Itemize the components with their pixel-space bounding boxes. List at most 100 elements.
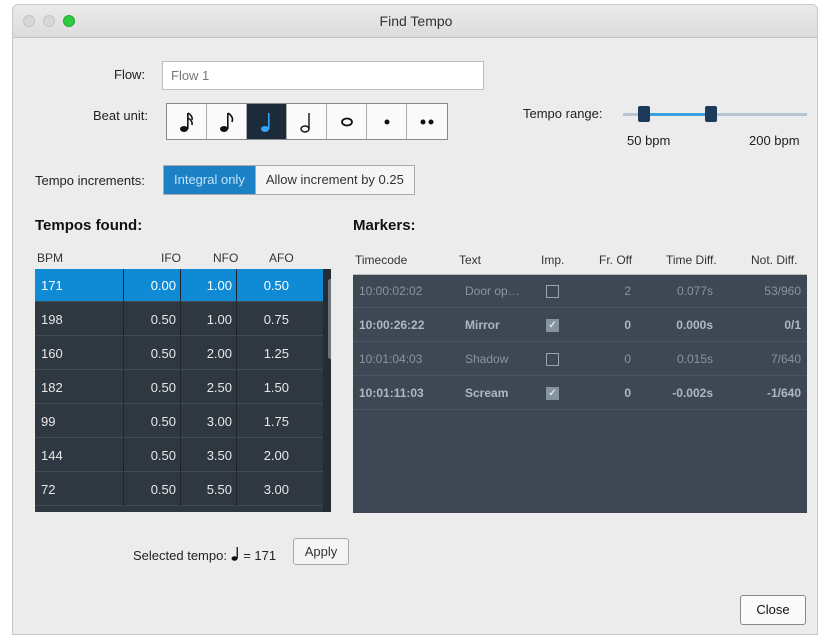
timecode-cell: 10:01:11:03: [359, 386, 424, 400]
column-header-text[interactable]: Text: [459, 253, 481, 267]
table-row[interactable]: 10:01:04:03 Shadow 0 0.015s 7/640: [353, 343, 807, 376]
allow-increment-option[interactable]: Allow increment by 0.25: [254, 166, 414, 194]
eighth-note-button[interactable]: [207, 104, 247, 139]
ifo-cell: 0.00: [123, 269, 180, 302]
column-header-bpm[interactable]: BPM: [37, 251, 63, 265]
table-row[interactable]: 160 0.50 2.00 1.25: [35, 337, 323, 370]
column-header-imp[interactable]: Imp.: [541, 253, 564, 267]
column-header-not-diff[interactable]: Not. Diff.: [751, 253, 797, 267]
tempos-scrollbar-thumb[interactable]: [328, 279, 331, 359]
important-checkbox[interactable]: ✓: [546, 319, 559, 332]
apply-button[interactable]: Apply: [293, 538, 349, 565]
title-bar: Find Tempo: [13, 5, 817, 38]
tempo-range-fill: [644, 113, 711, 116]
table-row[interactable]: 10:00:26:22 Mirror ✓ 0 0.000s 0/1: [353, 309, 807, 342]
quarter-note-button[interactable]: [247, 104, 287, 139]
flow-label: Flow:: [114, 67, 146, 82]
nfo-cell: 2.50: [180, 371, 236, 404]
bpm-cell: 99: [41, 414, 56, 429]
table-row[interactable]: 72 0.50 5.50 3.00: [35, 473, 323, 506]
tempo-range-min-handle[interactable]: [638, 106, 650, 122]
time-diff-cell: 0.000s: [676, 318, 713, 332]
sixteenth-note-button[interactable]: [167, 104, 207, 139]
close-button[interactable]: Close: [740, 595, 806, 625]
time-diff-cell: 0.015s: [676, 352, 713, 366]
afo-cell: 2.00: [236, 439, 293, 472]
bpm-cell: 171: [41, 278, 63, 293]
ifo-cell: 0.50: [123, 439, 180, 472]
afo-cell: 1.75: [236, 405, 293, 438]
ifo-cell: 0.50: [123, 371, 180, 404]
nfo-cell: 1.00: [180, 269, 236, 302]
column-header-afo[interactable]: AFO: [269, 251, 294, 265]
nfo-cell: 5.50: [180, 473, 236, 506]
tempo-range-min-label: 50 bpm: [627, 133, 671, 148]
not-diff-cell: -1/640: [766, 386, 801, 400]
nfo-cell: 3.00: [180, 405, 236, 438]
whole-note-button[interactable]: [327, 104, 367, 139]
dot-icon: [384, 119, 389, 124]
afo-cell: 3.00: [236, 473, 293, 506]
markers-heading: Markers:: [353, 217, 416, 234]
table-row[interactable]: 10:00:02:02 Door op… 2 0.077s 53/960: [353, 275, 807, 308]
column-header-ifo[interactable]: IFO: [161, 251, 181, 265]
text-cell: Door op…: [465, 284, 520, 298]
afo-cell: 0.75: [236, 303, 293, 336]
text-cell: Mirror: [465, 318, 500, 332]
nfo-cell: 1.00: [180, 303, 236, 336]
sixteenth-note-icon: [179, 111, 193, 132]
column-header-time-diff[interactable]: Time Diff.: [666, 253, 717, 267]
table-row[interactable]: 182 0.50 2.50 1.50: [35, 371, 323, 404]
table-row[interactable]: 171 0.00 1.00 0.50: [35, 269, 323, 302]
column-header-fr-off[interactable]: Fr. Off: [599, 253, 632, 267]
ifo-cell: 0.50: [123, 337, 180, 370]
selected-tempo: Selected tempo: = 171: [133, 546, 276, 563]
half-note-button[interactable]: [287, 104, 327, 139]
not-diff-cell: 7/640: [770, 352, 801, 366]
text-cell: Scream: [465, 386, 509, 400]
quarter-note-icon: [231, 547, 238, 561]
double-dot-icon: [420, 119, 434, 124]
column-header-nfo[interactable]: NFO: [213, 251, 238, 265]
time-diff-cell: -0.002s: [672, 386, 713, 400]
fr-off-cell: 2: [624, 284, 631, 298]
tempos-table-header: BPM IFO NFO AFO: [35, 247, 331, 269]
bpm-cell: 182: [41, 380, 63, 395]
table-row[interactable]: 10:01:11:03 Scream ✓ 0 -0.002s -1/640: [353, 377, 807, 410]
fr-off-cell: 0: [624, 318, 631, 332]
whole-note-icon: [340, 117, 353, 126]
afo-cell: 0.50: [236, 269, 293, 302]
flow-field[interactable]: Flow 1: [162, 61, 484, 90]
double-dot-button[interactable]: [407, 104, 447, 139]
table-row[interactable]: 198 0.50 1.00 0.75: [35, 303, 323, 336]
table-row[interactable]: 144 0.50 3.50 2.00: [35, 439, 323, 472]
half-note-icon: [299, 112, 310, 133]
table-row[interactable]: 99 0.50 3.00 1.75: [35, 405, 323, 438]
ifo-cell: 0.50: [123, 473, 180, 506]
beat-unit-selector: [166, 103, 448, 140]
markers-table-header: Timecode Text Imp. Fr. Off Time Diff. No…: [353, 247, 807, 275]
nfo-cell: 3.50: [180, 439, 236, 472]
bpm-cell: 160: [41, 346, 63, 361]
dot-button[interactable]: [367, 104, 407, 139]
fr-off-cell: 0: [624, 352, 631, 366]
tempo-increments-segmented: Integral only Allow increment by 0.25: [163, 165, 415, 195]
text-cell: Shadow: [465, 352, 509, 366]
timecode-cell: 10:00:26:22: [359, 318, 425, 332]
bpm-cell: 198: [41, 312, 63, 327]
selected-tempo-label: Selected tempo:: [133, 548, 227, 563]
bpm-cell: 144: [41, 448, 63, 463]
tempo-range-max-handle[interactable]: [705, 106, 717, 122]
ifo-cell: 0.50: [123, 405, 180, 438]
selected-tempo-value: = 171: [243, 548, 277, 563]
timecode-cell: 10:00:02:02: [359, 284, 423, 298]
ifo-cell: 0.50: [123, 303, 180, 336]
tempos-table: 171 0.00 1.00 0.50 198 0.50 1.00 0.75 16…: [35, 269, 331, 512]
not-diff-cell: 0/1: [784, 318, 801, 332]
important-checkbox[interactable]: ✓: [546, 387, 559, 400]
important-checkbox[interactable]: [546, 285, 559, 298]
column-header-timecode[interactable]: Timecode: [355, 253, 407, 267]
integral-only-option[interactable]: Integral only: [164, 166, 255, 194]
fr-off-cell: 0: [624, 386, 631, 400]
important-checkbox[interactable]: [546, 353, 559, 366]
